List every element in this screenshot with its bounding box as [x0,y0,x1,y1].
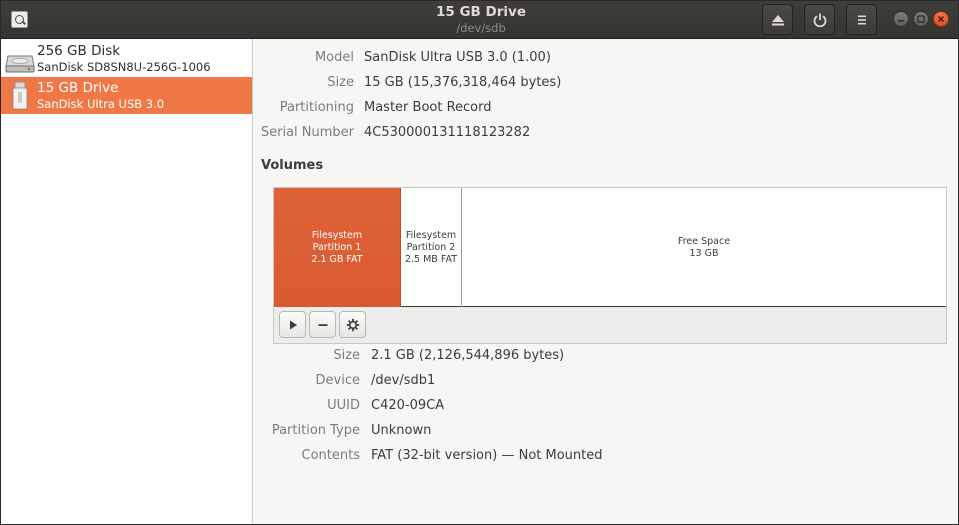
hard-disk-icon [5,55,35,73]
partitioning-value: Master Boot Record [364,100,492,115]
drive-model: SanDisk SD8SN8U-256G-1006 [37,60,211,74]
model-value: SanDisk Ultra USB 3.0 (1.00) [364,50,551,65]
partition-label: Free Space [677,235,731,247]
partition-label: 2.5 MB FAT [404,253,458,265]
title-area: 15 GB Drive /dev/sdb [331,3,631,35]
power-icon [813,13,826,27]
delete-partition-button[interactable] [309,311,336,338]
contents-value: FAT (32-bit version) — Not Mounted [371,448,603,463]
gear-icon [346,318,359,331]
disks-window: 15 GB Drive /dev/sdb 256 GB Disk SanDisk… [0,0,959,525]
drive-details: Model SanDisk Ultra USB 3.0 (1.00) Size … [254,39,958,524]
device-label: Device [315,373,360,388]
size-value: 15 GB (15,376,318,464 bytes) [364,75,562,90]
mount-button[interactable] [279,311,306,338]
drive-name: 256 GB Disk [37,43,121,59]
usb-drive-icon [12,81,28,110]
close-button[interactable] [933,11,949,27]
partition-label: Filesystem [405,229,457,241]
drive-item-256gb-disk[interactable]: 256 GB Disk SanDisk SD8SN8U-256G-1006 [1,40,252,77]
hamburger-menu-icon [857,15,866,24]
minus-icon [318,323,327,326]
partition-label: Partition 1 [312,241,362,253]
model-label: Model [314,50,354,65]
drive-model: SanDisk Ultra USB 3.0 [37,97,165,111]
disks-app-icon [11,11,28,28]
size-label: Size [327,75,354,90]
partition-type-label: Partition Type [271,423,360,438]
uuid-label: UUID [327,398,360,413]
minimize-icon [898,20,904,22]
eject-button[interactable] [762,4,793,35]
partition-options-button[interactable] [339,311,366,338]
partition-2-block[interactable]: Filesystem Partition 2 2.5 MB FAT [401,188,462,307]
window-subtitle: /dev/sdb [456,21,506,35]
device-value: /dev/sdb1 [371,373,436,388]
partition-label: 2.1 GB FAT [311,253,363,265]
volume-size-value: 2.1 GB (2,126,544,896 bytes) [371,348,565,363]
drive-list: 256 GB Disk SanDisk SD8SN8U-256G-1006 15… [1,39,253,524]
partition-1-block[interactable]: Filesystem Partition 1 2.1 GB FAT [274,188,401,307]
maximize-button[interactable] [913,11,929,27]
eject-icon [771,14,784,25]
drive-name: 15 GB Drive [37,80,119,96]
volumes-panel: Filesystem Partition 1 2.1 GB FAT Filesy… [273,187,947,344]
volumes-heading: Volumes [261,158,324,173]
drive-item-15gb-drive[interactable]: 15 GB Drive SanDisk Ultra USB 3.0 [1,77,252,114]
volume-map: Filesystem Partition 1 2.1 GB FAT Filesy… [274,188,946,307]
serial-number-value: 4C530000131118123282 [364,125,531,140]
free-space-block[interactable]: Free Space 13 GB [462,188,946,307]
uuid-value: C420-09CA [371,398,445,413]
partition-label: Filesystem [311,229,363,241]
partition-type-value: Unknown [371,423,432,438]
power-off-button[interactable] [804,4,835,35]
window-title: 15 GB Drive [435,4,526,20]
menu-button[interactable] [846,4,877,35]
contents-label: Contents [301,448,360,463]
minimize-button[interactable] [893,11,909,27]
partition-label: 13 GB [689,247,719,259]
serial-number-label: Serial Number [260,125,354,140]
header-bar: 15 GB Drive /dev/sdb [1,1,958,39]
partition-label: Partition 2 [406,241,456,253]
maximize-icon [917,15,925,23]
volume-size-label: Size [333,348,360,363]
play-icon [289,320,297,329]
close-icon [938,16,944,22]
partitioning-label: Partitioning [279,100,354,115]
